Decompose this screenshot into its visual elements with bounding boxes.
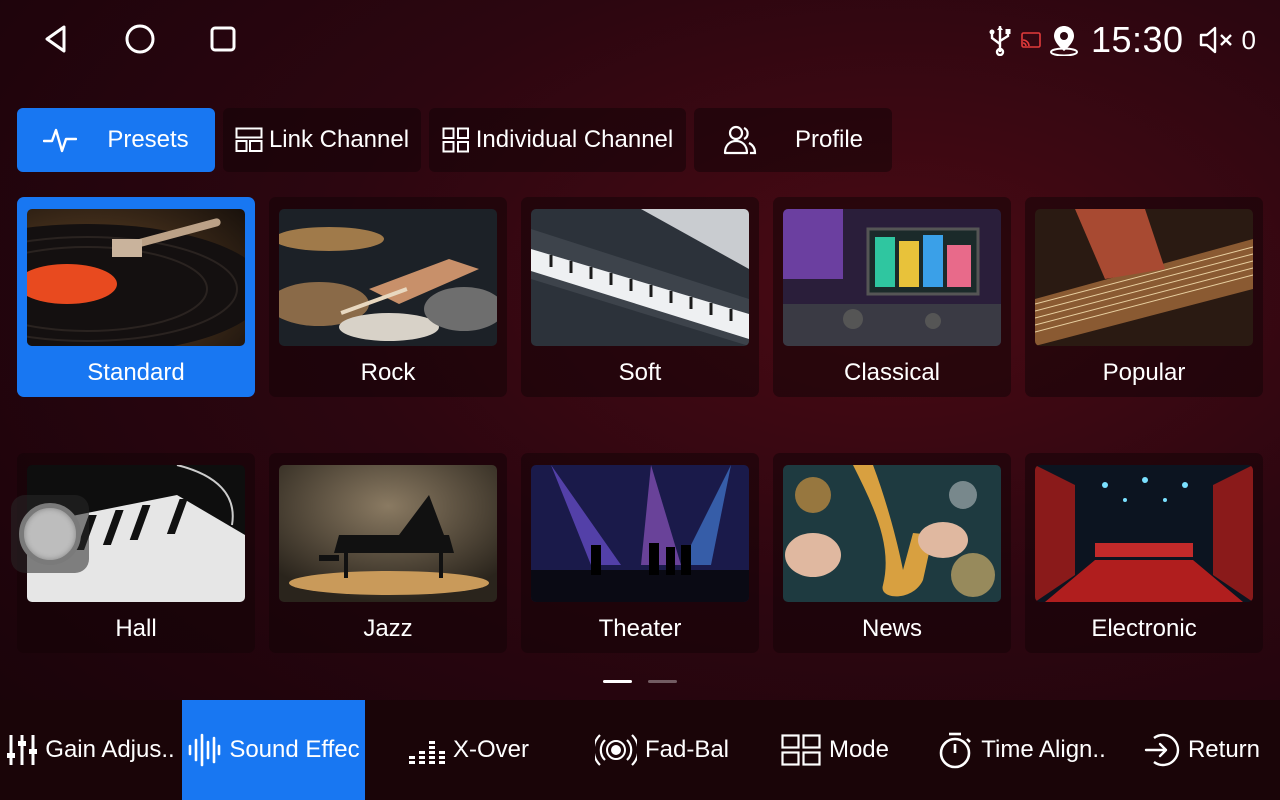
status-bar: 15:30 0 xyxy=(0,0,1280,80)
sliders-icon xyxy=(7,735,38,765)
nav-label: Mode xyxy=(828,736,890,763)
preset-label: Standard xyxy=(87,359,185,386)
nav-return[interactable]: Return xyxy=(1124,700,1280,800)
mode-icon xyxy=(781,734,821,766)
back-button[interactable] xyxy=(34,18,78,60)
preset-image-turntable xyxy=(27,209,245,346)
status-indicators: 15:30 0 xyxy=(987,14,1256,66)
tab-bar: Presets Link Channel Individual Channel … xyxy=(17,108,892,172)
home-icon xyxy=(125,24,155,54)
home-button[interactable] xyxy=(118,18,162,60)
preset-card-news[interactable]: News xyxy=(773,453,1011,653)
nav-sound-effect[interactable]: Sound Effec xyxy=(182,700,365,800)
preset-card-classical[interactable]: Classical xyxy=(773,197,1011,397)
preset-label: Rock xyxy=(360,359,416,386)
preset-image-auditorium xyxy=(1035,465,1253,602)
preset-image-keyboard xyxy=(531,209,749,346)
assistive-ball-icon xyxy=(19,503,81,565)
link-grid-icon xyxy=(235,127,263,153)
tab-individual-channel[interactable]: Individual Channel xyxy=(429,108,686,172)
preset-image-zither xyxy=(1035,209,1253,346)
tab-label: Link Channel xyxy=(268,126,410,153)
preset-card-popular[interactable]: Popular xyxy=(1025,197,1263,397)
preset-card-rock[interactable]: Rock xyxy=(269,197,507,397)
nav-label: X-Over xyxy=(452,736,529,763)
tab-label: Profile xyxy=(794,126,864,153)
preset-label: Theater xyxy=(598,615,682,642)
nav-x-over[interactable]: X-Over xyxy=(365,700,573,800)
nav-gain-adjust[interactable]: Gain Adjus.. xyxy=(0,700,182,800)
preset-image-concert-stage xyxy=(531,465,749,602)
preset-label: Hall xyxy=(115,615,157,642)
volume-level: 0 xyxy=(1241,24,1256,55)
preset-image-drums xyxy=(279,209,497,346)
location-icon xyxy=(1049,26,1078,56)
tab-link-channel[interactable]: Link Channel xyxy=(223,108,421,172)
speaker-radiate-icon xyxy=(594,734,637,766)
nav-label: Time Align.. xyxy=(981,736,1106,763)
floating-assistive-button[interactable] xyxy=(11,495,89,573)
usb-icon xyxy=(989,26,1011,56)
tab-label: Individual Channel xyxy=(475,126,674,153)
back-icon xyxy=(45,25,66,53)
equalizer-icon xyxy=(408,741,445,764)
pulse-icon xyxy=(43,125,78,155)
waveform-icon xyxy=(189,733,221,767)
preset-image-saxophone xyxy=(783,465,1001,602)
volume-mute-icon xyxy=(1199,26,1232,54)
page-indicator xyxy=(603,680,677,683)
recents-button[interactable] xyxy=(201,18,245,60)
preset-card-theater[interactable]: Theater xyxy=(521,453,759,653)
preset-label: Popular xyxy=(1102,359,1186,386)
nav-label: Return xyxy=(1187,736,1261,763)
return-icon xyxy=(1144,733,1180,767)
preset-card-standard[interactable]: Standard xyxy=(17,197,255,397)
preset-image-studio xyxy=(783,209,1001,346)
page-dot-1[interactable] xyxy=(603,680,632,683)
nav-label: Sound Effec xyxy=(229,736,360,763)
nav-time-align[interactable]: Time Align.. xyxy=(919,700,1124,800)
tab-profile[interactable]: Profile xyxy=(694,108,892,172)
timer-icon xyxy=(939,732,972,769)
tab-label: Presets xyxy=(107,126,189,153)
tab-presets[interactable]: Presets xyxy=(17,108,215,172)
grid-icon xyxy=(442,127,470,153)
cast-icon xyxy=(1021,32,1041,48)
preset-card-jazz[interactable]: Jazz xyxy=(269,453,507,653)
preset-label: Electronic xyxy=(1091,615,1197,642)
nav-label: Gain Adjus.. xyxy=(45,736,175,763)
clock: 15:30 xyxy=(1090,19,1184,60)
preset-label: Jazz xyxy=(363,615,413,642)
nav-mode[interactable]: Mode xyxy=(751,700,919,800)
bottom-nav: Gain Adjus.. Sound Effec X-Over Fad-Bal xyxy=(0,700,1280,800)
preset-image-grand-piano xyxy=(279,465,497,602)
preset-label: Classical xyxy=(843,359,941,386)
nav-label: Fad-Bal xyxy=(644,736,730,763)
preset-label: Soft xyxy=(618,359,662,386)
preset-label: News xyxy=(861,615,922,642)
nav-fad-bal[interactable]: Fad-Bal xyxy=(573,700,751,800)
preset-card-electronic[interactable]: Electronic xyxy=(1025,453,1263,653)
recents-icon xyxy=(210,26,236,52)
page-dot-2[interactable] xyxy=(648,680,677,683)
preset-card-soft[interactable]: Soft xyxy=(521,197,759,397)
users-icon xyxy=(723,124,757,156)
